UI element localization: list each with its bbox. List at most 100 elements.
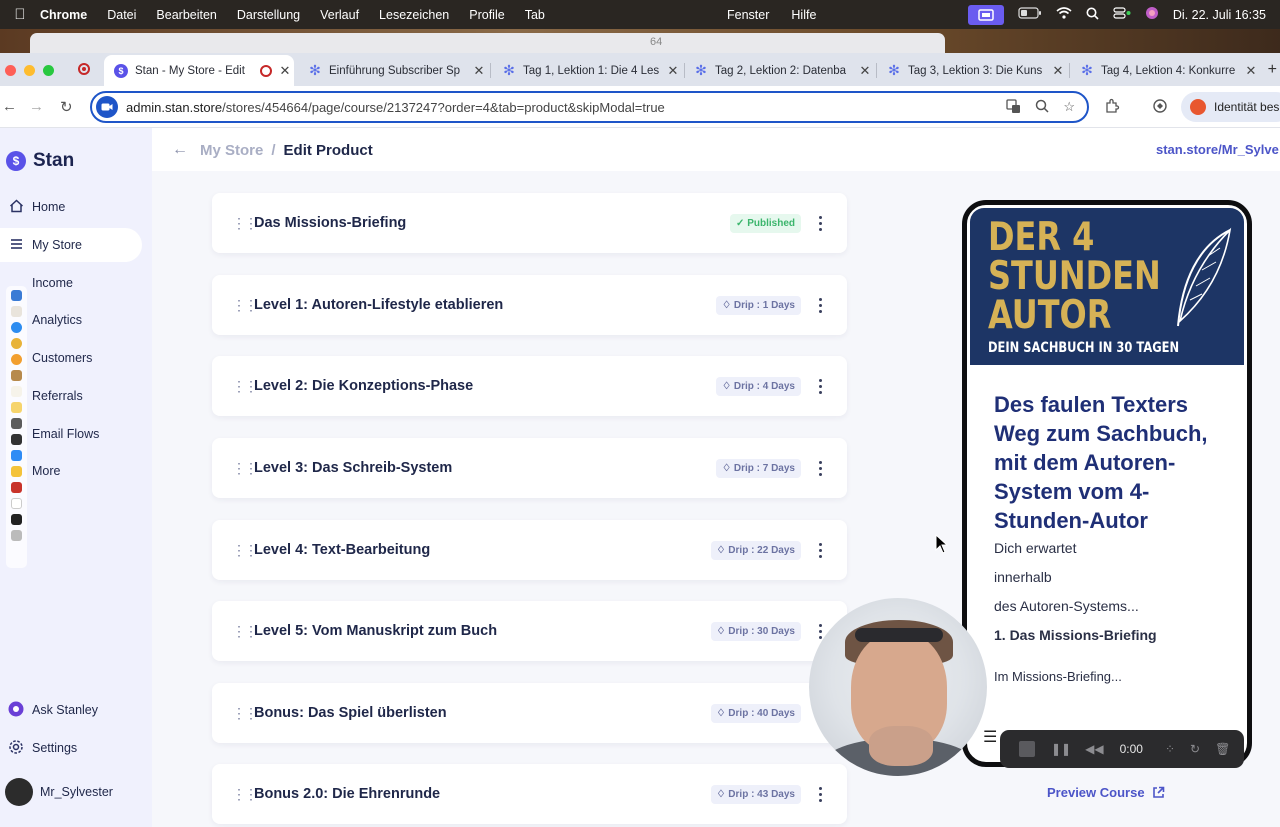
close-tab-icon[interactable]: ✕ xyxy=(470,63,488,79)
trash-icon[interactable]: 🗑 xyxy=(1215,742,1230,756)
drag-handle-icon[interactable]: ⋮⋮ xyxy=(232,705,258,722)
close-tab-icon[interactable]: ✕ xyxy=(276,63,294,79)
stop-recording-button[interactable] xyxy=(1019,741,1035,757)
siri-icon[interactable] xyxy=(1145,6,1159,23)
close-tab-icon[interactable]: ✕ xyxy=(664,63,682,79)
bookmark-star-icon[interactable]: ☆ xyxy=(1063,99,1075,117)
app-dock-icon[interactable] xyxy=(11,466,22,477)
tab-tag2[interactable]: ✻ Tag 2, Lektion 2: Datenba ✕ xyxy=(684,55,874,86)
chrome-dock-icon[interactable] xyxy=(11,338,22,349)
address-bar[interactable]: admin.stan.store/stores/454664/page/cour… xyxy=(90,91,1089,123)
menu-tab[interactable]: Tab xyxy=(525,8,545,22)
translate-icon[interactable] xyxy=(1006,99,1021,117)
preview-course-link[interactable]: Preview Course xyxy=(1047,785,1165,800)
module-card[interactable]: ⋮⋮ Das Missions-Briefing ✓ Published xyxy=(212,193,847,253)
more-options-icon[interactable] xyxy=(819,786,823,802)
menu-datetime[interactable]: Di. 22. Juli 16:35 xyxy=(1173,8,1266,22)
launchpad-dock-icon[interactable] xyxy=(11,306,22,317)
screen-share-icon[interactable] xyxy=(967,4,1004,25)
stickies-dock-icon[interactable] xyxy=(11,402,22,413)
zoom-icon[interactable] xyxy=(1035,99,1049,117)
drag-handle-icon[interactable]: ⋮⋮ xyxy=(232,297,258,314)
extension-icon[interactable] xyxy=(1152,98,1168,117)
module-card[interactable]: ⋮⋮ Level 5: Vom Manuskript zum Buch ♢ Dr… xyxy=(212,601,847,661)
tab-tag3[interactable]: ✻ Tag 3, Lektion 3: Die Kuns ✕ xyxy=(877,55,1067,86)
drag-handle-icon[interactable]: ⋮⋮ xyxy=(232,623,258,640)
back-arrow-icon[interactable]: ← xyxy=(172,141,188,159)
safari-dock-icon[interactable] xyxy=(11,322,22,333)
module-card[interactable]: ⋮⋮ Level 3: Das Schreib-System ♢ Drip : … xyxy=(212,438,847,498)
more-options-icon[interactable] xyxy=(819,378,823,394)
menu-verlauf[interactable]: Verlauf xyxy=(320,8,359,22)
forward-arrow-icon[interactable]: → xyxy=(29,98,44,115)
store-url-link[interactable]: stan.store/Mr_Sylve xyxy=(1156,142,1279,157)
module-card[interactable]: ⋮⋮ Level 4: Text-Bearbeitung ♢ Drip : 22… xyxy=(212,520,847,580)
more-options-icon[interactable] xyxy=(819,542,823,558)
spotlight-search-icon[interactable] xyxy=(1086,7,1099,23)
appstore-dock-icon[interactable] xyxy=(11,450,22,461)
drag-handle-icon[interactable]: ⋮⋮ xyxy=(232,542,258,559)
more-options-icon[interactable] xyxy=(819,460,823,476)
close-tab-icon[interactable]: ✕ xyxy=(856,63,874,79)
tab-einfuehrung[interactable]: ✻ Einführung Subscriber Sp ✕ xyxy=(298,55,488,86)
drag-handle-icon[interactable]: ⋮⋮ xyxy=(232,786,258,803)
restart-icon[interactable]: ↻ xyxy=(1190,742,1200,756)
photos-dock-icon[interactable] xyxy=(11,354,22,365)
pause-icon[interactable]: ❚❚ xyxy=(1051,742,1071,756)
menu-hilfe[interactable]: Hilfe xyxy=(791,8,816,22)
app-dock-icon[interactable] xyxy=(11,370,22,381)
close-tab-icon[interactable]: ✕ xyxy=(1049,63,1067,79)
menu-darstellung[interactable]: Darstellung xyxy=(237,8,300,22)
stan-logo[interactable]: $ Stan xyxy=(6,150,74,172)
tab-tag4[interactable]: ✻ Tag 4, Lektion 4: Konkurre ✕ xyxy=(1070,55,1260,86)
drag-handle-icon[interactable]: ⋮⋮ xyxy=(232,215,258,232)
sidebar-item-home[interactable]: Home xyxy=(0,190,142,224)
menu-bearbeiten[interactable]: Bearbeiten xyxy=(156,8,216,22)
site-info-icon[interactable] xyxy=(96,96,118,118)
rewind-icon[interactable]: ◀◀ xyxy=(1085,742,1103,756)
recording-tab-icon[interactable] xyxy=(78,63,90,75)
menu-lesezeichen[interactable]: Lesezeichen xyxy=(379,8,449,22)
more-options-icon[interactable] xyxy=(819,297,823,313)
wifi-icon[interactable] xyxy=(1056,7,1072,22)
battery-icon[interactable] xyxy=(1018,7,1042,22)
sidebar-item-ask-stanley[interactable]: Ask Stanley xyxy=(0,693,142,727)
sidebar-item-my-store[interactable]: My Store xyxy=(0,228,142,262)
module-card[interactable]: ⋮⋮ Bonus 2.0: Die Ehrenrunde ♢ Drip : 43… xyxy=(212,764,847,824)
app-dock-icon[interactable] xyxy=(11,434,22,445)
minimize-window-button[interactable] xyxy=(24,65,35,76)
calendar-dock-icon[interactable] xyxy=(11,498,22,509)
profile-chip[interactable]: Identität bes xyxy=(1181,92,1280,122)
hamburger-menu-icon[interactable]: ☰ xyxy=(983,727,997,747)
drag-handle-icon[interactable]: ⋮⋮ xyxy=(232,460,258,477)
more-options-icon[interactable] xyxy=(819,215,823,231)
sidebar-user[interactable]: Mr_Sylvester xyxy=(0,775,142,809)
finder-dock-icon[interactable] xyxy=(11,290,22,301)
drag-handle-icon[interactable]: ⋮⋮ xyxy=(232,378,258,395)
module-card[interactable]: ⋮⋮ Level 1: Autoren-Lifestyle etablieren… xyxy=(212,275,847,335)
sidebar-item-settings[interactable]: Settings xyxy=(0,731,142,765)
menu-profile[interactable]: Profile xyxy=(469,8,504,22)
app-dock-icon[interactable] xyxy=(11,514,22,525)
app-dock-icon[interactable] xyxy=(11,482,22,493)
menu-datei[interactable]: Datei xyxy=(107,8,136,22)
reload-icon[interactable]: ↻ xyxy=(60,98,73,116)
trash-dock-icon[interactable] xyxy=(11,530,22,541)
zoom-window-button[interactable] xyxy=(43,65,54,76)
notes-dock-icon[interactable] xyxy=(11,386,22,397)
menu-fenster[interactable]: Fenster xyxy=(727,8,769,22)
breadcrumb-my-store[interactable]: My Store xyxy=(200,142,263,159)
control-center-icon[interactable] xyxy=(1113,7,1131,22)
tab-tag1[interactable]: ✻ Tag 1, Lektion 1: Die 4 Les ✕ xyxy=(492,55,682,86)
extensions-icon[interactable] xyxy=(1104,98,1120,117)
app-dock-icon[interactable] xyxy=(11,418,22,429)
back-arrow-icon[interactable]: ← xyxy=(2,98,17,115)
background-window[interactable]: 64 xyxy=(30,33,945,53)
module-card[interactable]: ⋮⋮ Level 2: Die Konzeptions-Phase ♢ Drip… xyxy=(212,356,847,416)
close-tab-icon[interactable]: ✕ xyxy=(1242,63,1260,79)
apple-icon[interactable]:  xyxy=(0,6,40,23)
menu-app-name[interactable]: Chrome xyxy=(40,8,87,22)
grid-icon[interactable]: ⁘ xyxy=(1165,742,1175,756)
module-card[interactable]: ⋮⋮ Bonus: Das Spiel überlisten ♢ Drip : … xyxy=(212,683,847,743)
webcam-overlay[interactable] xyxy=(809,598,987,776)
